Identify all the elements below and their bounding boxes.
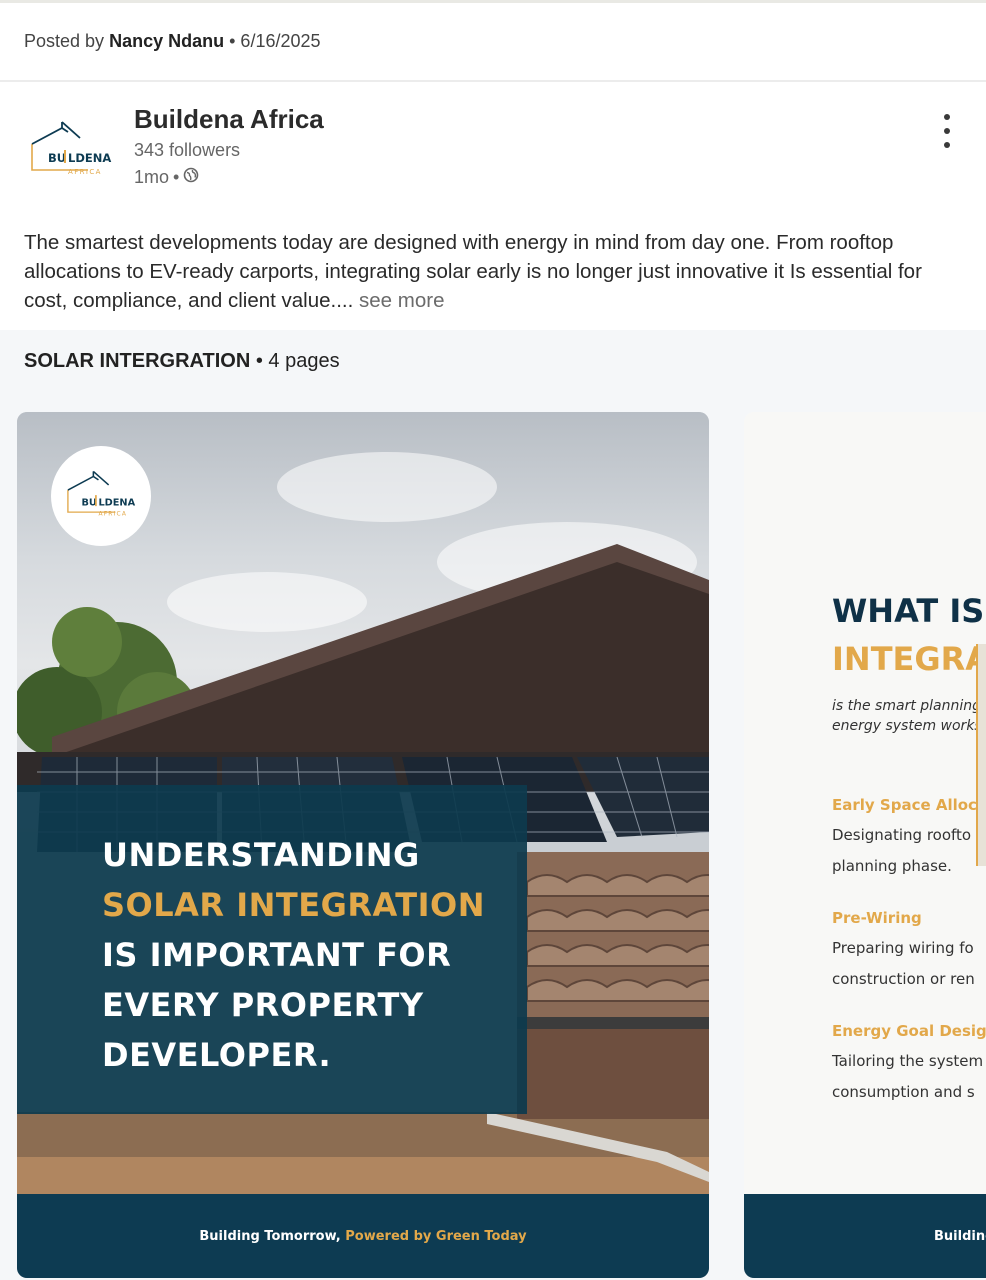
slide-logo-badge: BU LDENA AFRICA bbox=[51, 446, 151, 546]
intro-line: energy system works bbox=[832, 718, 982, 734]
document-name: SOLAR INTERGRATION bbox=[24, 350, 251, 372]
headline-line: IS IMPORTANT FOR bbox=[102, 936, 452, 974]
svg-text:BU: BU bbox=[81, 497, 96, 508]
headline-line: DEVELOPER. bbox=[102, 1036, 332, 1074]
slide2-intro: is the smart planning energy system work… bbox=[832, 696, 982, 736]
document-page-count: • 4 pages bbox=[255, 350, 340, 372]
item-body-line: planning phase. bbox=[832, 857, 952, 875]
headline-line: EVERY PROPERTY bbox=[102, 986, 424, 1024]
headline-line-accent: SOLAR INTEGRATION bbox=[102, 886, 485, 924]
post-text: The smartest developments today are desi… bbox=[24, 231, 922, 312]
slide2-heading-accent: INTEGRA bbox=[832, 640, 986, 678]
footer-tagline-a: Building Tomorrow, bbox=[199, 1228, 341, 1244]
header-divider bbox=[0, 80, 986, 82]
meta-dot: • bbox=[173, 167, 180, 187]
item-body-line: Tailoring the system bbox=[832, 1052, 984, 1070]
company-logo[interactable]: BU LDENA AFRICA bbox=[28, 118, 114, 184]
item-body-line: Preparing wiring fo bbox=[832, 939, 974, 957]
posted-by-line: Posted by Nancy Ndanu • 6/16/2025 bbox=[24, 31, 321, 52]
document-slide-2[interactable]: WHAT IS INTEGRA is the smart planning en… bbox=[744, 412, 986, 1278]
item-title: Early Space Alloca bbox=[832, 796, 986, 814]
see-more-link[interactable]: see more bbox=[359, 289, 444, 312]
globe-icon bbox=[183, 167, 199, 188]
item-body: Designating roofto planning phase. bbox=[832, 820, 971, 882]
follower-count: 343 followers bbox=[134, 140, 241, 160]
document-title: SOLAR INTERGRATION • 4 pages bbox=[24, 350, 340, 373]
item-body: Preparing wiring fo construction or ren bbox=[832, 933, 975, 995]
slide2-footer: Building bbox=[744, 1194, 986, 1278]
item-body-line: construction or ren bbox=[832, 970, 975, 988]
svg-text:AFRICA: AFRICA bbox=[68, 168, 102, 176]
svg-text:AFRICA: AFRICA bbox=[98, 511, 127, 518]
item-title: Pre-Wiring bbox=[832, 909, 922, 927]
author-name[interactable]: Nancy Ndanu bbox=[109, 31, 224, 51]
headline-line: UNDERSTANDING bbox=[102, 836, 420, 874]
footer-tagline: Building bbox=[934, 1229, 986, 1244]
more-options-icon[interactable] bbox=[932, 114, 962, 148]
svg-text:BU: BU bbox=[48, 151, 66, 165]
slide-footer: Building Tomorrow, Powered by Green Toda… bbox=[17, 1194, 709, 1278]
kebab-dot bbox=[944, 142, 950, 148]
slide-headline: UNDERSTANDING SOLAR INTEGRATION IS IMPOR… bbox=[102, 830, 485, 1080]
post-body: The smartest developments today are desi… bbox=[24, 228, 969, 315]
buildena-logo: BU LDENA AFRICA bbox=[31, 121, 111, 176]
item-body-line: consumption and s bbox=[832, 1083, 975, 1101]
item-title: Energy Goal Desig bbox=[832, 1022, 986, 1040]
buildena-logo: BU LDENA AFRICA bbox=[67, 470, 136, 518]
footer-tagline-b: Powered by Green Today bbox=[345, 1228, 527, 1244]
post-date: • 6/16/2025 bbox=[229, 31, 321, 51]
svg-text:LDENA: LDENA bbox=[68, 151, 111, 165]
post-meta: 1mo • bbox=[134, 167, 199, 188]
company-name[interactable]: Buildena Africa bbox=[134, 104, 324, 135]
item-body: Tailoring the system consumption and s bbox=[832, 1046, 983, 1108]
kebab-dot bbox=[944, 128, 950, 134]
post-age: 1mo bbox=[134, 167, 170, 187]
slide2-image-edge bbox=[976, 644, 986, 866]
slide2-heading: WHAT IS bbox=[832, 592, 985, 630]
item-body-line: Designating roofto bbox=[832, 826, 972, 844]
document-slide-1[interactable]: BU LDENA AFRICA UNDERSTANDING SOLAR INTE… bbox=[17, 412, 709, 1278]
svg-text:LDENA: LDENA bbox=[98, 497, 135, 508]
top-divider bbox=[0, 0, 986, 3]
intro-line: is the smart planning bbox=[832, 698, 982, 714]
posted-prefix: Posted by bbox=[24, 31, 105, 51]
kebab-dot bbox=[944, 114, 950, 120]
